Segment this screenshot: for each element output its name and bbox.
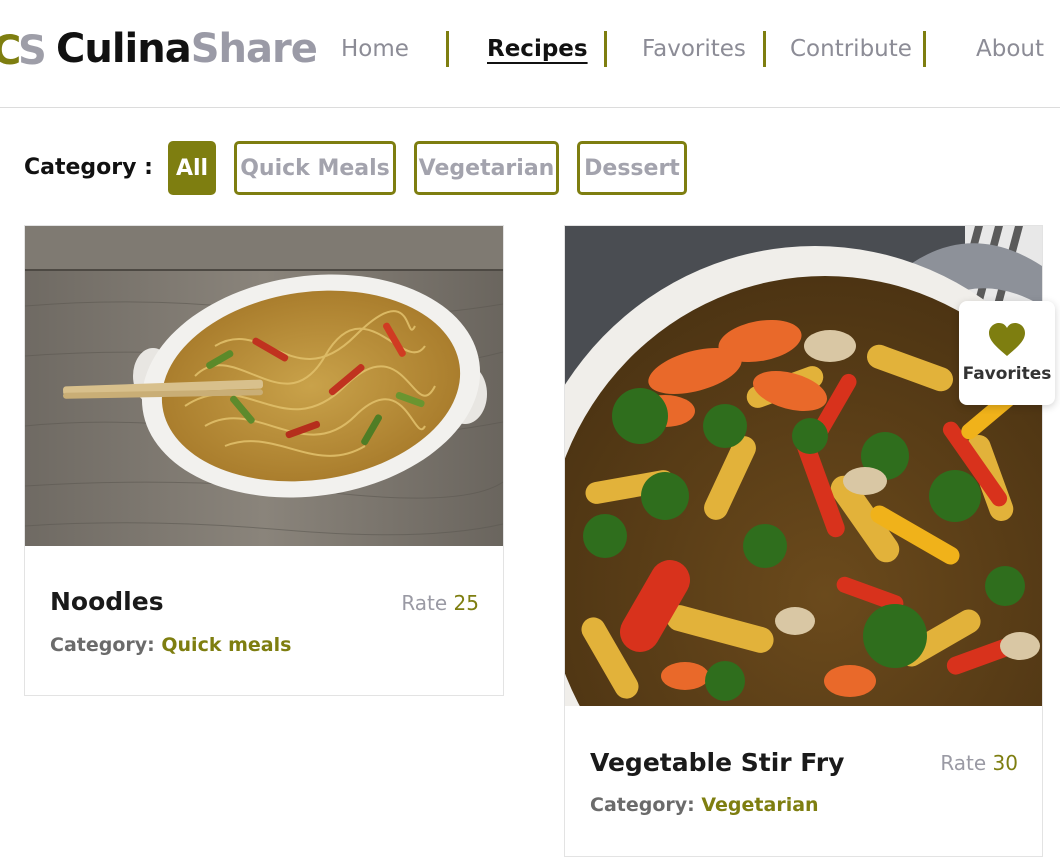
filter-chip-dessert[interactable]: Dessert xyxy=(577,141,687,195)
nav-home[interactable]: Home xyxy=(341,34,409,64)
nav-recipes[interactable]: Recipes xyxy=(487,34,588,64)
rate-value: 30 xyxy=(992,751,1018,775)
recipe-rating: Rate 30 xyxy=(940,749,1018,777)
category-value: Quick meals xyxy=(161,634,292,656)
nav-favorites[interactable]: Favorites xyxy=(642,34,746,64)
recipe-category: Category: Vegetarian xyxy=(590,792,819,818)
brand-name: CulinaShare xyxy=(56,26,318,72)
logo-mark-c: C xyxy=(0,28,21,72)
logo-mark-s: S xyxy=(18,28,47,72)
filter-chip-quick-meals[interactable]: Quick Meals xyxy=(234,141,396,195)
recipe-card[interactable]: Noodles Rate 25 Category: Quick meals xyxy=(24,225,504,696)
category-label: Category: xyxy=(590,794,695,816)
rate-label: Rate xyxy=(940,751,987,775)
category-filter-label: Category : xyxy=(24,155,153,180)
recipe-title[interactable]: Vegetable Stir Fry xyxy=(590,747,844,779)
category-label: Category: xyxy=(50,634,155,656)
filter-chip-vegetarian[interactable]: Vegetarian xyxy=(414,141,559,195)
brand-name-part1: Culina xyxy=(56,26,192,72)
logo-mark: C S xyxy=(0,26,52,72)
recipe-title[interactable]: Noodles xyxy=(50,586,164,618)
category-value: Vegetarian xyxy=(701,794,819,816)
recipe-category: Category: Quick meals xyxy=(50,632,291,658)
rate-value: 25 xyxy=(453,591,479,615)
nav-divider xyxy=(923,31,926,67)
nav-contribute[interactable]: Contribute xyxy=(790,34,912,64)
favorite-button[interactable]: Favorites xyxy=(959,301,1055,405)
recipe-rating: Rate 25 xyxy=(401,589,479,617)
logo[interactable]: C S CulinaShare xyxy=(0,26,318,72)
brand-name-part2: Share xyxy=(190,26,318,72)
favorite-label: Favorites xyxy=(962,364,1052,384)
nav-about[interactable]: About xyxy=(976,34,1044,64)
site-header: C S CulinaShare Home Recipes Favorites C… xyxy=(0,0,1060,108)
nav-divider xyxy=(446,31,449,67)
filter-chip-all[interactable]: All xyxy=(168,141,216,195)
recipe-image-noodles[interactable] xyxy=(25,226,503,546)
nav-divider xyxy=(763,31,766,67)
rate-label: Rate xyxy=(401,591,448,615)
nav-divider xyxy=(604,31,607,67)
heart-icon xyxy=(989,323,1025,356)
recipe-image-stir-fry[interactable] xyxy=(565,226,1042,706)
